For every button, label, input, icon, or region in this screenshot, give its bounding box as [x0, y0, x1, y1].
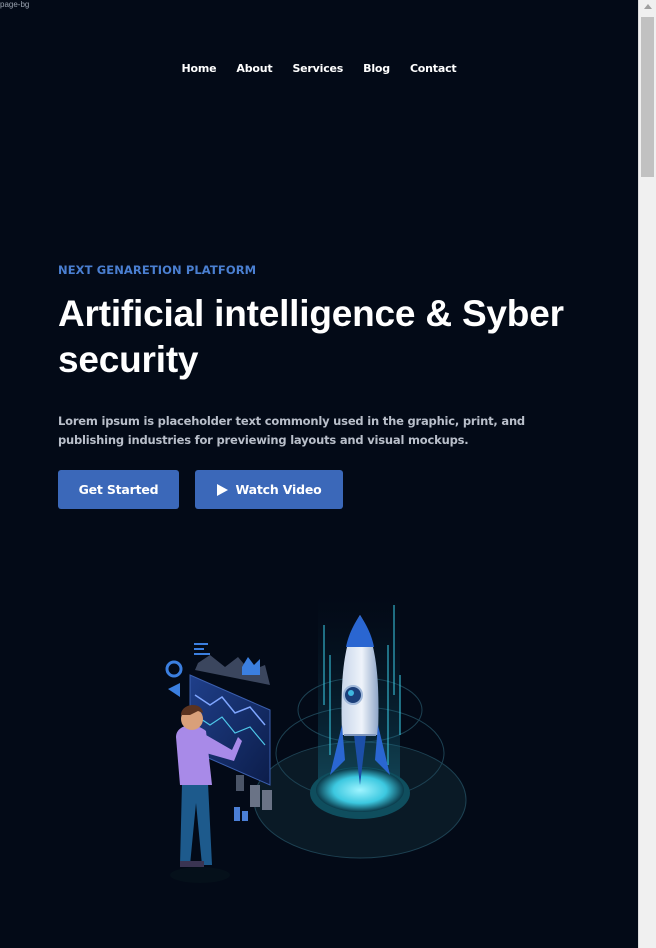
- hero-title-line2: security: [58, 339, 199, 380]
- main-nav: Home About Services Blog Contact: [0, 62, 638, 75]
- nav-about[interactable]: About: [236, 62, 272, 75]
- hero-description-line2: publishing industries for previewing lay…: [58, 433, 469, 447]
- scroll-thumb[interactable]: [641, 17, 654, 177]
- rocket-illustration: [165, 595, 467, 883]
- get-started-button[interactable]: Get Started: [58, 470, 179, 509]
- nav-home[interactable]: Home: [182, 62, 217, 75]
- broken-image-placeholder: page-bg: [0, 0, 30, 9]
- nav-services[interactable]: Services: [292, 62, 343, 75]
- hero-title: Artificial intelligence & Syber security: [58, 291, 618, 383]
- nav-contact[interactable]: Contact: [410, 62, 457, 75]
- hero-section: NEXT GENARETION PLATFORM Artificial inte…: [58, 263, 618, 450]
- play-icon: [216, 483, 228, 496]
- scroll-up-arrow-icon[interactable]: [644, 4, 652, 9]
- watch-video-label: Watch Video: [235, 482, 322, 497]
- scrollbar[interactable]: [638, 0, 656, 948]
- hero-description: Lorem ipsum is placeholder text commonly…: [58, 412, 528, 450]
- hero-title-line1: Artificial intelligence & Syber: [58, 293, 564, 334]
- hero-eyebrow: NEXT GENARETION PLATFORM: [58, 263, 257, 277]
- watch-video-button[interactable]: Watch Video: [195, 470, 343, 509]
- hero-description-line1: Lorem ipsum is placeholder text commonly…: [58, 414, 525, 428]
- nav-blog[interactable]: Blog: [363, 62, 390, 75]
- hero-actions: Get Started Watch Video: [58, 470, 343, 509]
